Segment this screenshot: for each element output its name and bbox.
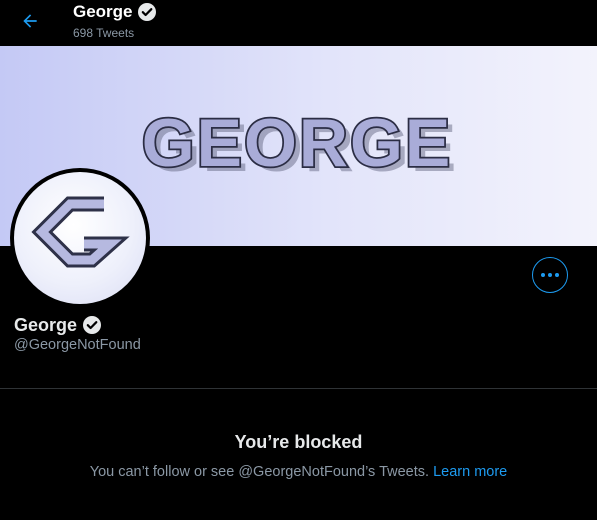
g-logo-icon	[31, 196, 130, 268]
profile-handle: @GeorgeNotFound	[14, 337, 141, 353]
more-options-button[interactable]	[532, 257, 568, 293]
back-button[interactable]	[14, 5, 46, 37]
banner-text: GEORGE	[142, 105, 453, 181]
blocked-title: You’re blocked	[234, 432, 363, 452]
profile-name: George	[14, 314, 102, 336]
profile-name-text: George	[14, 315, 78, 335]
verified-badge-icon	[137, 3, 156, 21]
header-title: George	[73, 2, 157, 22]
tweets-count: 698 Tweets	[73, 26, 135, 40]
back-arrow-icon	[23, 14, 37, 28]
divider	[0, 388, 597, 389]
more-options-icon	[541, 273, 559, 277]
blocked-message-row: You can’t follow or see @GeorgeNotFound’…	[0, 464, 597, 480]
header-name-text: George	[73, 2, 133, 21]
verified-badge-icon	[83, 316, 102, 334]
blocked-message: You can’t follow or see @GeorgeNotFound’…	[89, 464, 430, 480]
learn-more-link[interactable]: Learn more	[433, 464, 507, 480]
top-bar: George 698 Tweets	[0, 0, 597, 46]
avatar-image	[14, 172, 146, 304]
avatar[interactable]	[10, 168, 150, 308]
